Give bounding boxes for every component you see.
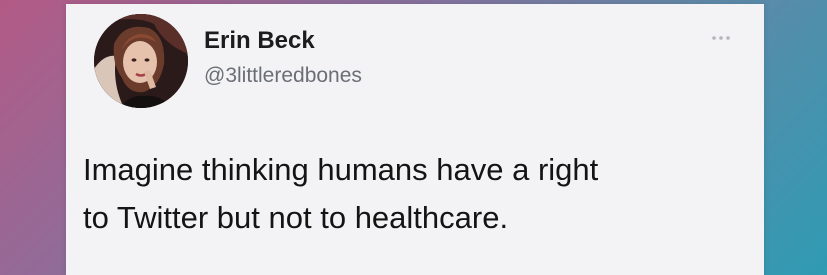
avatar[interactable]: [94, 14, 188, 108]
more-horizontal-icon: [712, 36, 730, 40]
tweet-text: Imagine thinking humans have a right to …: [83, 146, 753, 242]
tweet-text-line: Imagine thinking humans have a right: [83, 152, 599, 187]
author-handle[interactable]: @3littleredbones: [204, 64, 362, 88]
more-options-button[interactable]: [706, 30, 740, 46]
author-name[interactable]: Erin Beck: [204, 27, 315, 55]
tweet-card: Erin Beck @3littleredbones Imagine think…: [66, 4, 764, 275]
tweet-text-line: to Twitter but not to healthcare.: [83, 200, 509, 235]
profile-photo-image: [94, 14, 188, 108]
